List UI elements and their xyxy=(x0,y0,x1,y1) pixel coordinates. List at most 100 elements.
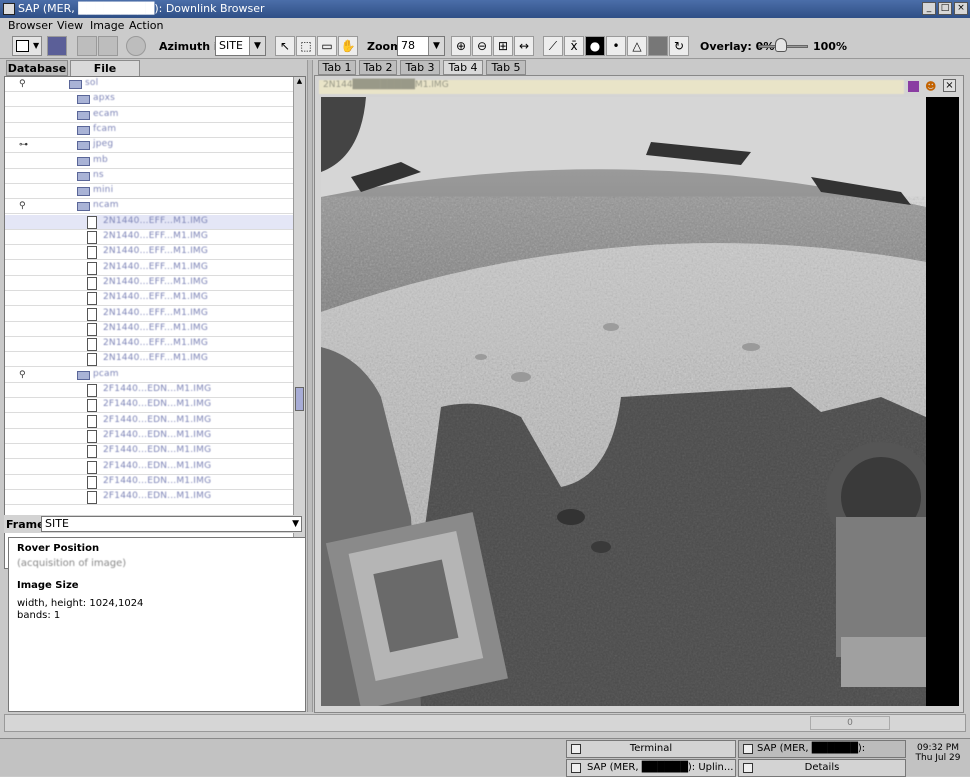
tree-folder[interactable]: mini xyxy=(5,184,293,200)
expand-handle-icon[interactable]: ⚲ xyxy=(19,201,26,211)
tab-5[interactable]: Tab 5 xyxy=(486,60,526,75)
frame-select[interactable]: SITE ▼ xyxy=(41,516,302,532)
tree-item-label: 2N1440...EFF...M1.IMG xyxy=(103,215,209,226)
tree-item-label: sol xyxy=(85,78,99,88)
zoom-in-icon[interactable]: ⊕ xyxy=(451,36,471,56)
rectangle-icon xyxy=(16,40,29,52)
zoom-out-icon[interactable]: ⊖ xyxy=(472,36,492,56)
chevron-down-icon: ▼ xyxy=(249,37,265,55)
status-indicator: 0 xyxy=(810,716,890,730)
tree-file[interactable]: 2F1440...EDN...M1.IMG xyxy=(5,398,293,414)
contrast-icon[interactable]: ● xyxy=(585,36,605,56)
tree-item-label: 2F1440...EDN...M1.IMG xyxy=(103,445,212,456)
tab-4[interactable]: Tab 4 xyxy=(443,60,483,75)
window-icon xyxy=(743,744,753,754)
tree-file[interactable]: 2F1440...EDN...M1.IMG xyxy=(5,444,293,460)
expand-handle-icon[interactable]: ⊶ xyxy=(19,140,28,150)
tree-folder[interactable]: fcam xyxy=(5,123,293,138)
tree-file[interactable]: 2N1440...EFF...M1.IMG xyxy=(5,230,293,245)
file-tree[interactable]: ⚲ sol apxs ecam fcam ⊶ jpeg mb ns mini ⚲ ncam 2N1440… xyxy=(4,76,306,569)
tab-database[interactable]: Database xyxy=(6,60,68,76)
tree-folder[interactable]: ⚲ ncam xyxy=(5,199,293,215)
tree-file[interactable]: 2F1440...EDN...M1.IMG xyxy=(5,383,293,398)
overlay-slider-thumb[interactable] xyxy=(774,38,787,52)
tree-file[interactable]: 2N1440...EFF...M1.IMG xyxy=(5,214,293,230)
file-icon xyxy=(87,322,97,336)
paste-icon[interactable] xyxy=(98,36,118,56)
tree-folder[interactable]: ns xyxy=(5,169,293,184)
menu-view[interactable]: View xyxy=(57,19,83,32)
tab-1[interactable]: Tab 1 xyxy=(318,60,356,75)
scroll-up-icon[interactable]: ▲ xyxy=(295,77,304,87)
tree-item-label: 2N1440...EFF...M1.IMG xyxy=(103,292,209,303)
tab-file-system[interactable]: File System xyxy=(70,60,140,90)
tree-file[interactable]: 2N1440...EFF...M1.IMG xyxy=(5,245,293,261)
taskbar-terminal[interactable]: Terminal xyxy=(566,740,736,758)
menu-action[interactable]: Action xyxy=(129,19,163,32)
tree-file[interactable]: 2N1440...EFF...M1.IMG xyxy=(5,352,293,368)
tree-file[interactable]: 2F1440...EDN...M1.IMG xyxy=(5,429,293,444)
tree-file[interactable]: 2N1440...EFF...M1.IMG xyxy=(5,337,293,353)
tree-folder[interactable]: ⚲ pcam xyxy=(5,368,293,383)
tree-file[interactable]: 2F1440...EDN...M1.IMG xyxy=(5,414,293,429)
zoom-select[interactable]: 78 ▼ xyxy=(397,36,445,56)
tree-file[interactable]: 2N1440...EFF...M1.IMG xyxy=(5,276,293,291)
expand-handle-icon[interactable]: ⚲ xyxy=(19,79,26,89)
file-icon xyxy=(87,353,97,367)
tree-file[interactable]: 2F1440...EDN...M1.IMG xyxy=(5,460,293,475)
tab-3[interactable]: Tab 3 xyxy=(400,60,440,75)
menu-image[interactable]: Image xyxy=(90,19,124,32)
histogram-icon[interactable]: △ xyxy=(627,36,647,56)
tree-file[interactable]: 2N1440...EFF...M1.IMG xyxy=(5,261,293,276)
grid-icon[interactable] xyxy=(47,36,67,56)
taskbar-uplink[interactable]: SAP (MER, ██████): Uplin... xyxy=(566,759,736,777)
cat-icon[interactable]: ☻ xyxy=(925,80,936,93)
rover-image[interactable] xyxy=(321,97,926,706)
tree-file[interactable]: 2N1440...EFF...M1.IMG xyxy=(5,307,293,322)
tree-folder[interactable]: ⊶ jpeg xyxy=(5,138,293,154)
tab-2[interactable]: Tab 2 xyxy=(359,60,397,75)
pointer-icon[interactable]: ↖ xyxy=(275,36,295,56)
tree-item-label: fcam xyxy=(93,123,117,134)
azimuth-select[interactable]: SITE ▼ xyxy=(215,36,266,56)
taskbar-uplink-label: SAP (MER, ██████): Uplin... xyxy=(587,762,734,773)
expand-handle-icon[interactable]: ⚲ xyxy=(19,370,26,380)
mean-icon[interactable]: x̄ xyxy=(564,36,584,56)
shape-selector-button[interactable]: ▼ xyxy=(12,36,42,56)
overlay-color-icon[interactable] xyxy=(908,81,919,92)
tree-scrollbar[interactable]: ▲ ▼ xyxy=(293,77,305,568)
minimize-button[interactable]: _ xyxy=(922,2,936,15)
refresh-icon[interactable]: ↻ xyxy=(669,36,689,56)
taskbar-details[interactable]: Details xyxy=(738,759,906,777)
taskbar-downlink[interactable]: SAP (MER, ██████): Down... xyxy=(738,740,906,770)
tree-folder[interactable]: ⚲ sol xyxy=(5,77,293,92)
pixels-icon[interactable] xyxy=(648,36,668,56)
maximize-button[interactable]: □ xyxy=(938,2,952,15)
tree-file[interactable]: 2F1440...EDN...M1.IMG xyxy=(5,475,293,490)
splitter[interactable] xyxy=(307,60,313,712)
stretch-icon[interactable]: ⟋ xyxy=(543,36,563,56)
rover-position-text: (acquisition of image) xyxy=(17,558,127,569)
tree-file[interactable]: 2N1440...EFF...M1.IMG xyxy=(5,322,293,337)
terminal-icon xyxy=(571,744,581,754)
dot-icon[interactable]: • xyxy=(606,36,626,56)
tree-folder[interactable]: mb xyxy=(5,154,293,169)
fit-width-icon[interactable]: ↔ xyxy=(514,36,534,56)
scroll-thumb[interactable] xyxy=(295,387,304,411)
tree-item-label: pcam xyxy=(93,368,119,379)
tree-file[interactable]: 2N1440...EFF...M1.IMG xyxy=(5,291,293,307)
close-button[interactable]: × xyxy=(954,2,968,15)
tree-folder[interactable]: apxs xyxy=(5,92,293,108)
select-region-icon[interactable]: ⬚ xyxy=(296,36,316,56)
book-icon[interactable]: ▭ xyxy=(317,36,337,56)
menu-browser[interactable]: Browser xyxy=(8,19,53,32)
crosshair-icon[interactable]: ⊞ xyxy=(493,36,513,56)
record-icon[interactable] xyxy=(126,36,146,56)
close-tab-icon[interactable]: × xyxy=(943,79,956,92)
tree-file[interactable]: 2F1440...EDN...M1.IMG xyxy=(5,490,293,506)
copy-icon[interactable] xyxy=(77,36,97,56)
file-icon xyxy=(87,292,97,306)
hand-icon[interactable]: ✋ xyxy=(338,36,358,56)
tree-folder[interactable]: ecam xyxy=(5,108,293,123)
folder-icon xyxy=(77,187,90,197)
